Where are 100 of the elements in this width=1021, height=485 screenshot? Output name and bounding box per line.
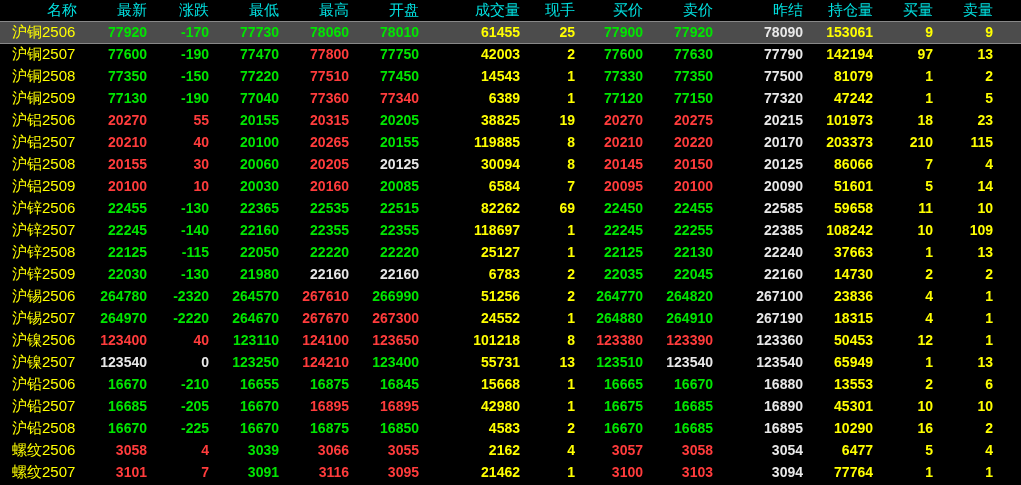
column-header[interactable]: 持仓量	[803, 0, 873, 21]
price-value: 77340	[380, 90, 419, 106]
price-value: 22035	[604, 266, 643, 282]
price-value: 77600	[108, 46, 147, 63]
volume-cell: 1	[873, 87, 933, 109]
contract-name[interactable]: 沪铝2509	[0, 175, 77, 197]
price-value: 123110	[233, 332, 279, 348]
price-cell: 77500	[713, 65, 803, 87]
column-header[interactable]: 涨跌	[147, 0, 209, 21]
price-value: 16655	[240, 376, 279, 392]
column-header[interactable]: 名称	[0, 0, 77, 21]
volume-cell: 15668	[419, 373, 520, 395]
volume-cell: 10	[873, 395, 933, 417]
column-header[interactable]: 最低	[209, 0, 279, 21]
volume-cell: 118697	[419, 219, 520, 241]
column-header[interactable]: 现手	[520, 0, 575, 21]
price-value: 20155	[380, 134, 419, 150]
volume-cell: 18315	[803, 307, 873, 329]
volume-cell: 82262	[419, 197, 520, 219]
volume-cell: 1	[933, 307, 993, 329]
price-value: 22535	[310, 200, 349, 216]
contract-name[interactable]: 沪锌2506	[0, 197, 77, 219]
contract-name[interactable]: 沪铜2509	[0, 87, 77, 109]
contract-name[interactable]: 螺纹2506	[0, 439, 77, 461]
price-value: 78060	[310, 24, 349, 40]
price-value: 123650	[372, 332, 419, 348]
price-cell: 20090	[713, 175, 803, 197]
column-header[interactable]: 买量	[873, 0, 933, 21]
price-value: 22160	[240, 222, 279, 238]
volume-cell: 1	[520, 461, 575, 483]
volume-cell: 9	[933, 21, 993, 43]
volume-cell: 51256	[419, 285, 520, 307]
price-value: 22160	[310, 266, 349, 282]
column-header[interactable]: 最高	[279, 0, 349, 21]
contract-name[interactable]: 沪锡2507	[0, 307, 77, 329]
volume-cell: 42980	[419, 395, 520, 417]
contract-name[interactable]: 螺纹2507	[0, 461, 77, 483]
column-header[interactable]: 最新	[77, 0, 147, 21]
price-value: 123250	[232, 354, 279, 370]
column-header[interactable]: 昨结	[713, 0, 803, 21]
volume-cell: 142194	[803, 43, 873, 65]
column-header[interactable]: 开盘	[349, 0, 419, 21]
contract-name[interactable]: 沪铝2508	[0, 153, 77, 175]
contract-name[interactable]: 沪铝2507	[0, 131, 77, 153]
contract-name[interactable]: 沪镍2506	[0, 329, 77, 351]
volume-cell: 1	[933, 285, 993, 307]
contract-name[interactable]: 沪锡2506	[0, 285, 77, 307]
price-value: -130	[180, 200, 209, 216]
price-value: 21980	[240, 266, 279, 282]
price-value: 16675	[604, 398, 643, 414]
volume-cell: 5	[933, 87, 993, 109]
volume-cell: 13	[520, 351, 575, 373]
price-value: 22355	[310, 222, 349, 238]
price-value: 22245	[108, 222, 147, 238]
contract-name[interactable]: 沪铅2507	[0, 395, 77, 417]
contract-name[interactable]: 沪铝2506	[0, 109, 77, 131]
price-value: 20205	[380, 112, 419, 128]
price-value: 264780	[100, 288, 147, 304]
volume-cell: 6477	[803, 439, 873, 461]
price-value: 77470	[240, 46, 279, 63]
price-cell: 16895	[713, 417, 803, 439]
volume-cell: 50453	[803, 329, 873, 351]
column-header[interactable]: 买价	[575, 0, 643, 21]
contract-name[interactable]: 沪镍2507	[0, 351, 77, 373]
volume-cell: 8	[520, 153, 575, 175]
contract-name[interactable]: 沪铜2507	[0, 43, 77, 65]
volume-cell: 51601	[803, 175, 873, 197]
price-value: 264570	[232, 288, 279, 304]
price-value: 3091	[247, 464, 279, 480]
price-value: 264910	[666, 310, 713, 326]
contract-name[interactable]: 沪锌2509	[0, 263, 77, 285]
price-cell: 20125	[713, 153, 803, 175]
volume-cell: 1	[873, 461, 933, 483]
price-value: 77730	[240, 24, 279, 40]
contract-name[interactable]: 沪锌2507	[0, 219, 77, 241]
contract-name[interactable]: 沪锌2508	[0, 241, 77, 263]
price-value: 16895	[310, 398, 349, 414]
contract-name[interactable]: 沪铅2506	[0, 373, 77, 395]
price-value: 22220	[310, 244, 349, 260]
volume-cell: 2	[933, 417, 993, 439]
column-header[interactable]: 卖价	[643, 0, 713, 21]
volume-cell: 14730	[803, 263, 873, 285]
price-value: -190	[180, 46, 209, 63]
volume-cell: 101218	[419, 329, 520, 351]
price-value: 20155	[240, 112, 279, 128]
price-value: 3058	[115, 442, 147, 458]
volume-cell: 153061	[803, 21, 873, 43]
volume-cell: 97	[873, 43, 933, 65]
price-cell: 20170	[713, 131, 803, 153]
column-header[interactable]: 卖量	[933, 0, 993, 21]
contract-name[interactable]: 沪铜2508	[0, 65, 77, 87]
volume-cell: 119885	[419, 131, 520, 153]
contract-name[interactable]: 沪铜2506	[0, 21, 77, 43]
price-value: 77220	[240, 68, 279, 84]
volume-cell: 6	[933, 373, 993, 395]
contract-name[interactable]: 沪铅2508	[0, 417, 77, 439]
volume-cell: 13	[933, 241, 993, 263]
volume-cell: 13553	[803, 373, 873, 395]
column-header[interactable]: 成交量	[419, 0, 520, 21]
price-value: 77450	[380, 68, 419, 84]
